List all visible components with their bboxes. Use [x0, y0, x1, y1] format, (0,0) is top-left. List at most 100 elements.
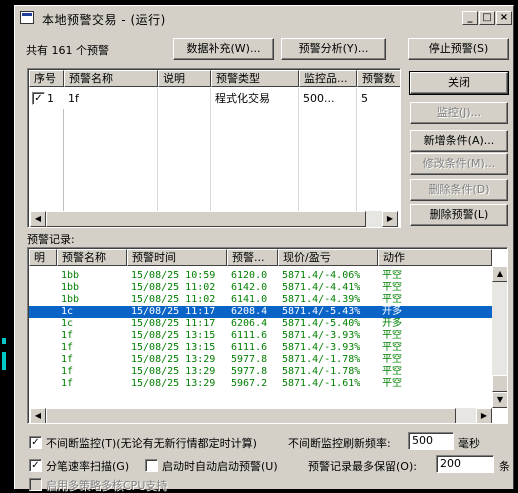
- log-cell-action: 开多: [382, 318, 402, 329]
- log-cell-price: 5967.2: [231, 378, 268, 389]
- background-mark: [2, 338, 6, 344]
- log-row[interactable]: 1f 15/08/25 13:15 6111.6 5871.4/-3.93% 平空: [29, 330, 492, 342]
- log-row[interactable]: 1c 15/08/25 11:17 6206.4 5871.4/-5.40% 开多: [29, 318, 492, 330]
- log-cell-name: 1f: [61, 378, 74, 389]
- log-cell-blank: [29, 282, 57, 294]
- log-row[interactable]: 1f 15/08/25 13:29 5977.8 5871.4/-1.78% 平空: [29, 366, 492, 378]
- column-header[interactable]: 预警名称: [57, 249, 127, 266]
- modify-condition-button[interactable]: 修改条件(M)...: [410, 153, 508, 175]
- auto-start-checkbox[interactable]: [145, 459, 158, 472]
- stop-alert-button[interactable]: 停止预警(S): [408, 38, 509, 60]
- alert-table[interactable]: 序号 预警名称 说明 预警类型 监控品... 预警数 ✓ 1 1f 程式化交易 …: [27, 68, 401, 228]
- log-cell-name: 1bb: [61, 270, 80, 281]
- scroll-left-icon[interactable]: ◀: [30, 211, 46, 227]
- alert-analysis-button[interactable]: 预警分析(Y)...: [281, 38, 386, 60]
- log-cell-pnl: 5871.4/-4.39%: [282, 294, 361, 305]
- column-divider: [356, 88, 357, 211]
- row-count: 5: [361, 92, 368, 105]
- log-cell-price: 6111.6: [231, 330, 268, 341]
- column-header[interactable]: 预警名称: [64, 70, 158, 87]
- title-bar: 本地预警交易 - (运行) _ □ ×: [16, 7, 512, 29]
- tick-scan-label: 分笔速率扫描(G): [46, 460, 130, 473]
- keep-input[interactable]: 200: [436, 455, 494, 473]
- scroll-left-icon[interactable]: ◀: [30, 408, 46, 423]
- log-row[interactable]: 1bb 15/08/25 10:59 6120.0 5871.4/-4.06% 平空: [29, 270, 492, 282]
- minimize-button[interactable]: _: [462, 11, 478, 25]
- scroll-thumb[interactable]: [492, 375, 507, 392]
- log-table[interactable]: 明 预警名称 预警时间 预警... 现价/盈亏 动作 1bb 15/08/25 1…: [27, 247, 508, 424]
- scroll-right-icon[interactable]: ▶: [476, 408, 492, 423]
- continuous-monitor-checkbox[interactable]: ✓: [29, 436, 42, 449]
- column-header[interactable]: 预警类型: [211, 70, 299, 87]
- alert-table-header: 序号 预警名称 说明 预警类型 监控品... 预警数: [29, 70, 400, 87]
- log-cell-name: 1bb: [61, 282, 80, 293]
- log-cell-blank: [29, 330, 57, 342]
- refresh-label: 不间断监控刷新频率:: [288, 437, 391, 450]
- log-row[interactable]: 1f 15/08/25 13:15 6111.6 5871.4/-3.93% 平空: [29, 342, 492, 354]
- log-cell-time: 15/08/25 10:59: [131, 270, 216, 281]
- scroll-thumb[interactable]: [46, 408, 456, 423]
- table-row[interactable]: ✓ 1 1f 程式化交易 500... 5: [29, 91, 400, 107]
- vertical-scrollbar[interactable]: ▲ ▼: [492, 266, 507, 408]
- background-mark: [2, 352, 6, 370]
- window-title: 本地预警交易 - (运行): [42, 13, 166, 27]
- log-row[interactable]: 1c 15/08/25 11:17 6208.4 5871.4/-5.43% 开多: [29, 306, 492, 318]
- column-header[interactable]: 说明: [158, 70, 211, 87]
- alert-count-label: 共有 161 个预警: [26, 44, 109, 57]
- log-cell-time: 15/08/25 11:02: [131, 294, 216, 305]
- refresh-input[interactable]: 500: [408, 432, 454, 450]
- column-header[interactable]: 现价/盈亏: [278, 249, 378, 266]
- delete-condition-button[interactable]: 删除条件(D): [410, 179, 508, 201]
- column-header[interactable]: 预警数: [357, 70, 400, 87]
- log-cell-price: 5977.8: [231, 354, 268, 365]
- data-fill-button[interactable]: 数据补充(W)...: [173, 38, 274, 60]
- add-condition-button[interactable]: 新增条件(A)...: [410, 130, 508, 152]
- delete-alert-button[interactable]: 删除预警(L): [410, 204, 508, 226]
- monitor-button[interactable]: 监控(J)...: [410, 102, 508, 124]
- log-cell-action: 平空: [382, 378, 402, 389]
- column-header[interactable]: 序号: [29, 70, 64, 87]
- log-row[interactable]: 1bb 15/08/25 11:02 6141.0 5871.4/-4.39% 平空: [29, 294, 492, 306]
- close-button[interactable]: 关闭: [409, 71, 509, 95]
- log-cell-time: 15/08/25 13:29: [131, 354, 216, 365]
- close-window-button[interactable]: ×: [496, 11, 512, 25]
- scroll-down-icon[interactable]: ▼: [492, 392, 507, 408]
- log-cell-price: 6120.0: [231, 270, 268, 281]
- keep-label: 预警记录最多保留(O):: [308, 460, 417, 473]
- log-cell-blank: [29, 342, 57, 354]
- column-header[interactable]: 预警...: [227, 249, 278, 266]
- log-cell-pnl: 5871.4/-1.61%: [282, 378, 361, 389]
- scroll-up-icon[interactable]: ▲: [492, 266, 507, 282]
- log-cell-pnl: 5871.4/-5.40%: [282, 318, 361, 329]
- row-checkbox[interactable]: ✓: [32, 92, 45, 105]
- scroll-thumb[interactable]: [46, 211, 366, 227]
- row-name: 1f: [68, 92, 79, 105]
- log-row[interactable]: 1f 15/08/25 13:29 5977.8 5871.4/-1.78% 平空: [29, 354, 492, 366]
- column-header[interactable]: 预警时间: [127, 249, 227, 266]
- horizontal-scrollbar[interactable]: ◀ ▶: [30, 211, 398, 227]
- log-cell-time: 15/08/25 11:02: [131, 282, 216, 293]
- log-row[interactable]: 1f 15/08/25 13:29 5967.2 5871.4/-1.61% 平空: [29, 378, 492, 390]
- maximize-button[interactable]: □: [479, 11, 495, 25]
- log-row[interactable]: 1bb 15/08/25 11:02 6142.0 5871.4/-4.41% 平空: [29, 282, 492, 294]
- log-cell-name: 1c: [61, 318, 74, 329]
- tick-scan-checkbox[interactable]: ✓: [29, 459, 42, 472]
- scroll-right-icon[interactable]: ▶: [382, 211, 398, 227]
- log-cell-name: 1f: [61, 342, 74, 353]
- log-cell-blank: [29, 354, 57, 366]
- multicore-checkbox[interactable]: [29, 478, 42, 491]
- log-cell-action: 平空: [382, 342, 402, 353]
- auto-start-label: 启动时自动启动预警(U): [162, 460, 278, 473]
- log-cell-pnl: 5871.4/-3.93%: [282, 330, 361, 341]
- log-cell-action: 平空: [382, 366, 402, 377]
- column-header[interactable]: 动作: [378, 249, 492, 266]
- horizontal-scrollbar[interactable]: ◀ ▶: [30, 408, 492, 423]
- column-header[interactable]: 监控品...: [299, 70, 357, 87]
- log-cell-blank: [29, 378, 57, 390]
- log-cell-name: 1bb: [61, 294, 80, 305]
- refresh-unit: 毫秒: [458, 437, 480, 450]
- column-divider: [157, 88, 158, 211]
- log-cell-time: 15/08/25 11:17: [131, 306, 216, 317]
- log-cell-action: 平空: [382, 330, 402, 341]
- column-header[interactable]: 明: [29, 249, 57, 266]
